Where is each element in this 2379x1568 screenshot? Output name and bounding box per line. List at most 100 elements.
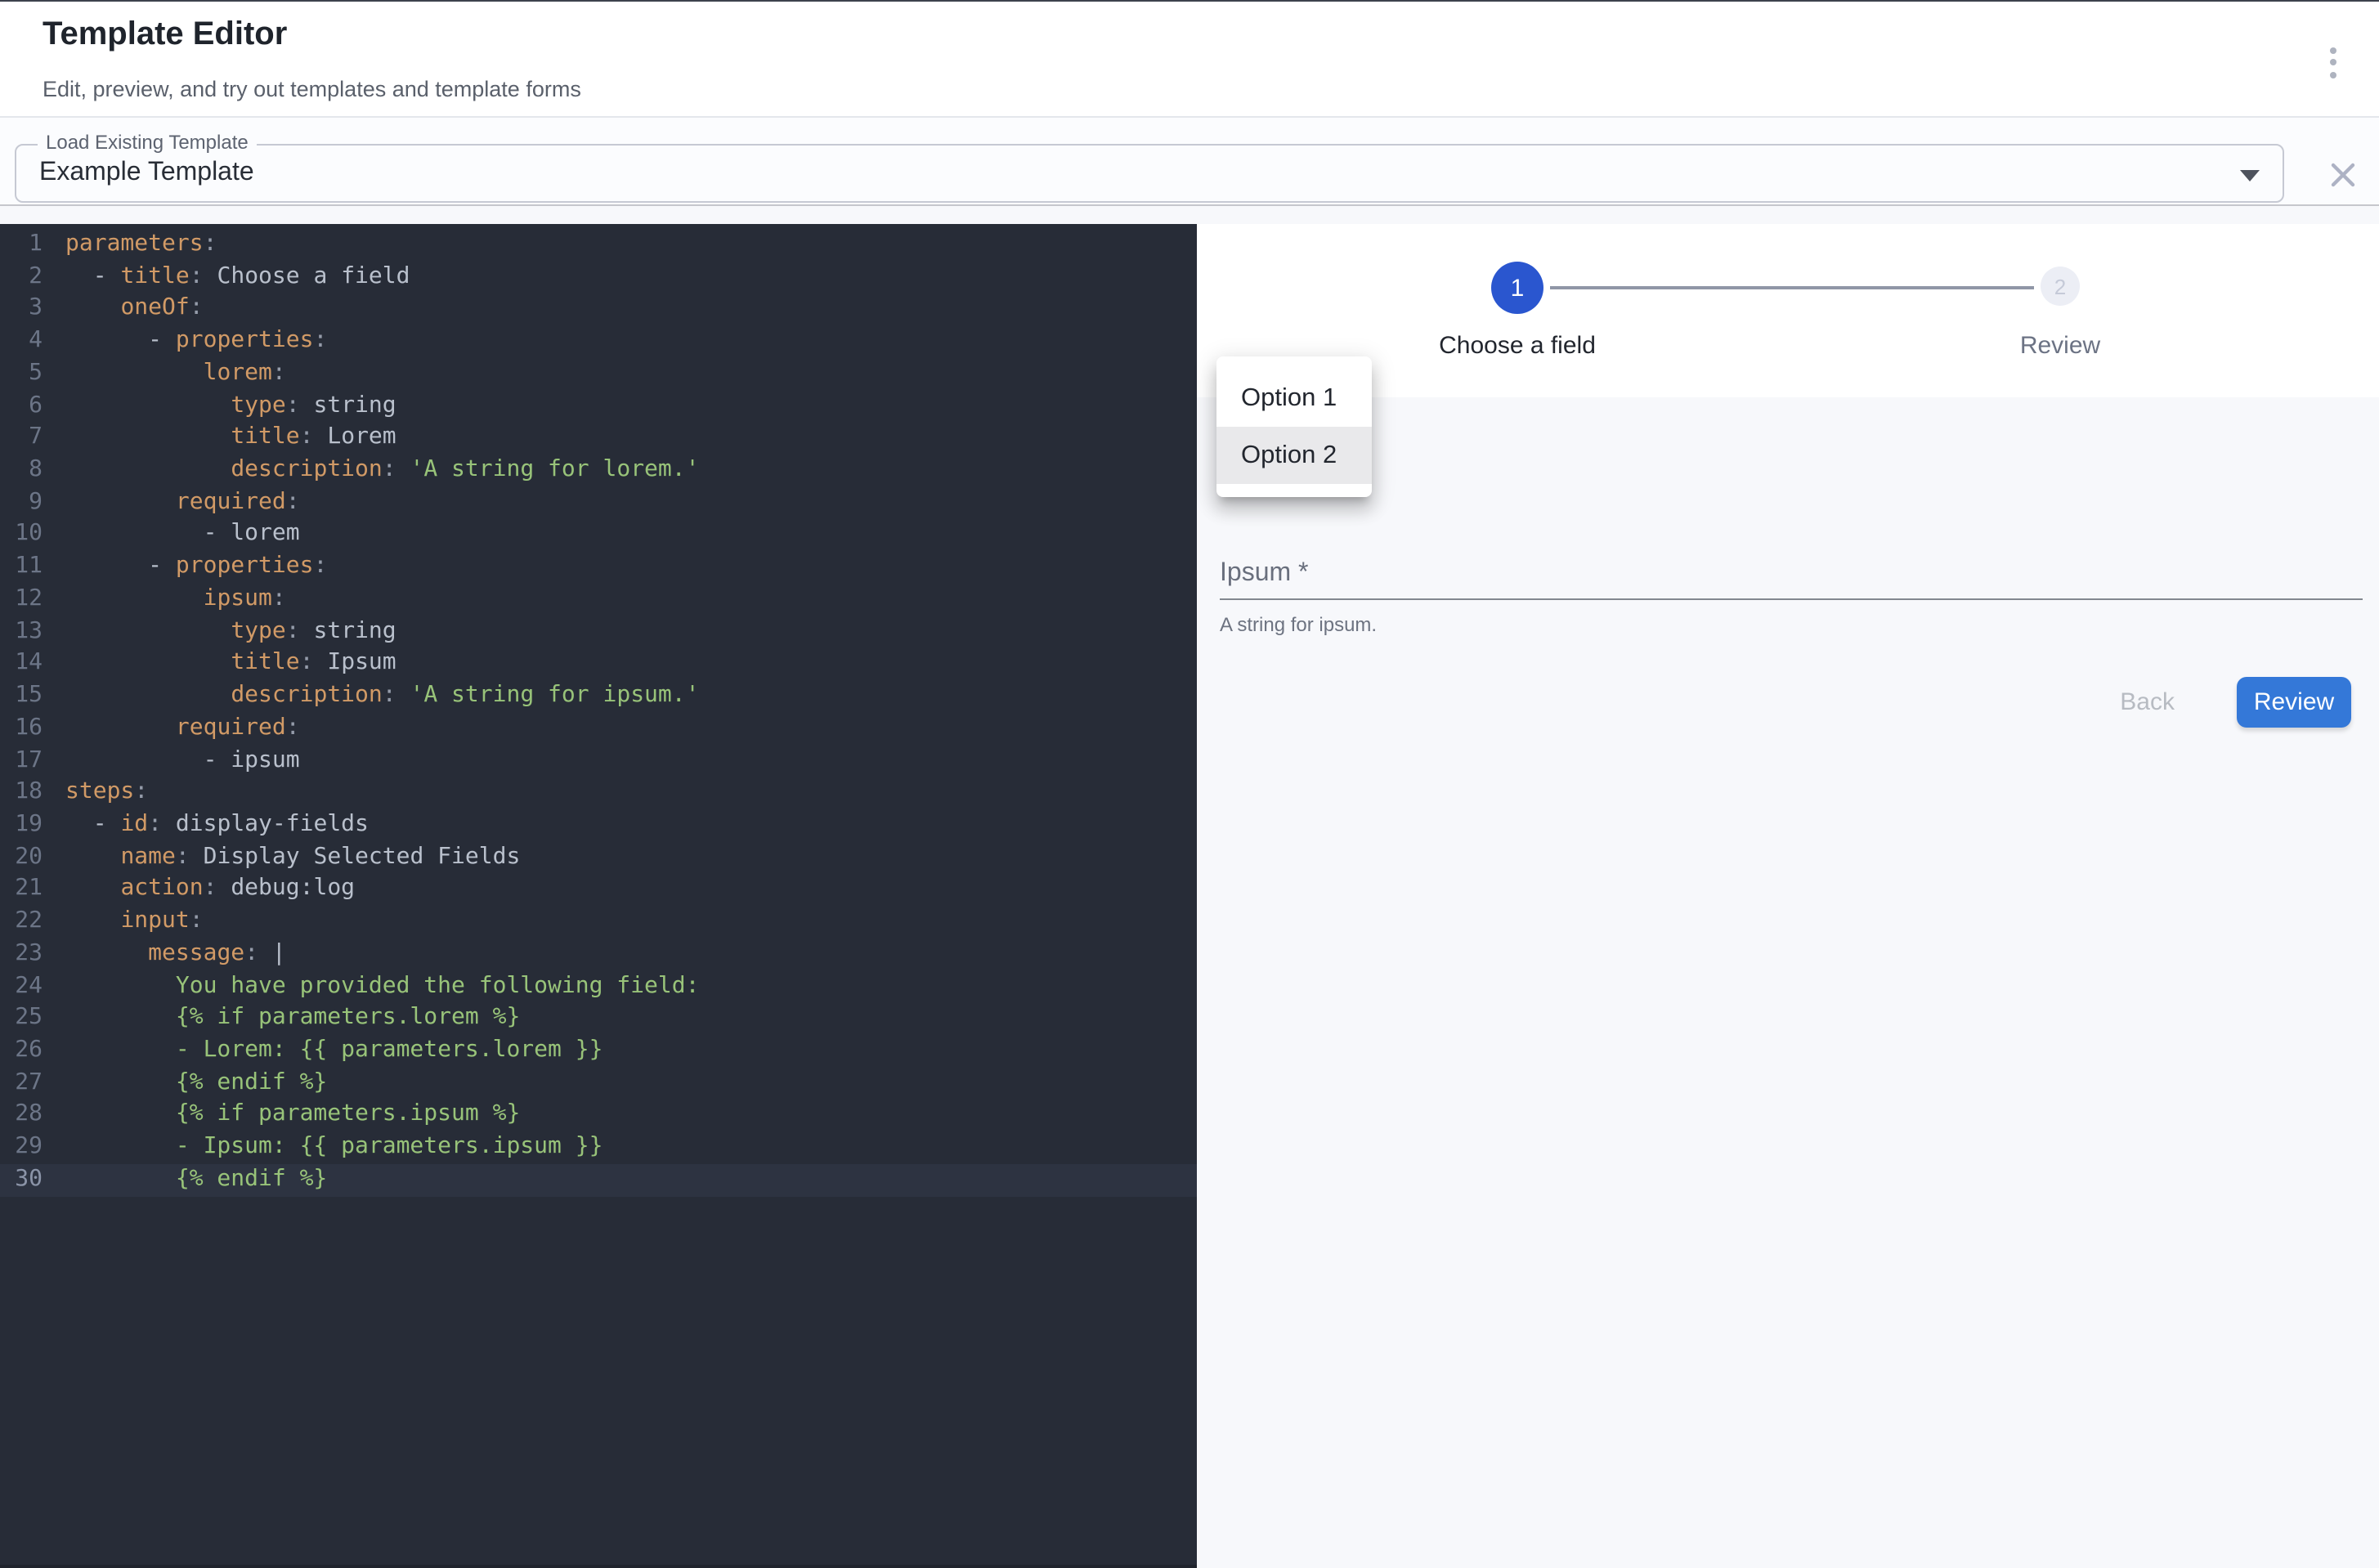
line-number: 12 xyxy=(0,584,43,616)
code-line[interactable]: 22 input: xyxy=(0,906,1197,938)
line-number: 11 xyxy=(0,551,43,583)
line-number: 7 xyxy=(0,423,43,455)
step-2-number: 2 xyxy=(2054,274,2066,298)
code-line-text: title: Ipsum xyxy=(65,648,396,680)
code-line[interactable]: 27 {% endif %} xyxy=(0,1067,1197,1099)
code-line[interactable]: 30 {% endif %} xyxy=(0,1164,1197,1196)
code-line[interactable]: 28 {% if parameters.ipsum %} xyxy=(0,1100,1197,1131)
ipsum-field-underline[interactable] xyxy=(1220,598,2363,600)
form-actions: Back Review xyxy=(2110,677,2351,728)
close-icon xyxy=(2327,159,2359,191)
code-line[interactable]: 4 - properties: xyxy=(0,325,1197,357)
code-line[interactable]: 11 - properties: xyxy=(0,551,1197,583)
code-line[interactable]: 17 - ipsum xyxy=(0,745,1197,777)
field-options-menu: Option 1Option 2 xyxy=(1216,356,1372,497)
code-line[interactable]: 8 description: 'A string for lorem.' xyxy=(0,455,1197,486)
code-line-text: required: xyxy=(65,713,300,745)
code-line-text: {% endif %} xyxy=(65,1067,327,1099)
line-number: 4 xyxy=(0,325,43,357)
code-line[interactable]: 6 type: string xyxy=(0,390,1197,422)
line-number: 25 xyxy=(0,1003,43,1035)
line-number: 9 xyxy=(0,487,43,519)
code-line-text: title: Lorem xyxy=(65,423,396,455)
back-button[interactable]: Back xyxy=(2110,687,2184,718)
form-preview-panel: 1 2 Choose a field Review Option 1Option… xyxy=(1197,224,2379,1568)
menu-item-option-2[interactable]: Option 2 xyxy=(1216,427,1372,484)
code-line-text: required: xyxy=(65,487,300,519)
code-line[interactable]: 19 - id: display-fields xyxy=(0,809,1197,841)
line-number: 16 xyxy=(0,713,43,745)
code-line-text: oneOf: xyxy=(65,293,204,325)
line-number: 15 xyxy=(0,680,43,712)
code-line[interactable]: 26 - Lorem: {{ parameters.lorem }} xyxy=(0,1035,1197,1067)
code-line[interactable]: 16 required: xyxy=(0,713,1197,745)
code-line[interactable]: 7 title: Lorem xyxy=(0,423,1197,455)
code-line-text: You have provided the following field: xyxy=(65,970,699,1002)
code-line-text: - id: display-fields xyxy=(65,809,369,841)
code-line[interactable]: 10 - lorem xyxy=(0,519,1197,551)
more-vert-icon[interactable] xyxy=(2310,39,2356,85)
line-number: 29 xyxy=(0,1131,43,1163)
workspace: 1parameters:2 - title: Choose a field3 o… xyxy=(0,206,2379,1568)
line-number: 20 xyxy=(0,841,43,873)
step-1-circle: 1 xyxy=(1491,262,1543,314)
code-line-text: - Ipsum: {{ parameters.ipsum }} xyxy=(65,1131,603,1163)
line-number: 27 xyxy=(0,1067,43,1099)
clear-template-button[interactable] xyxy=(2327,159,2359,191)
code-line[interactable]: 2 - title: Choose a field xyxy=(0,261,1197,293)
code-line-text: action: debug:log xyxy=(65,874,355,906)
code-line-text: description: 'A string for lorem.' xyxy=(65,455,700,486)
ipsum-field[interactable]: Ipsum * A string for ipsum. xyxy=(1220,559,2363,636)
code-line[interactable]: 9 required: xyxy=(0,487,1197,519)
code-line-text: {% if parameters.lorem %} xyxy=(65,1003,520,1035)
line-number: 28 xyxy=(0,1100,43,1131)
code-line[interactable]: 23 message: | xyxy=(0,939,1197,970)
code-line[interactable]: 29 - Ipsum: {{ parameters.ipsum }} xyxy=(0,1131,1197,1163)
code-line[interactable]: 5 lorem: xyxy=(0,358,1197,390)
step-2-circle: 2 xyxy=(2041,267,2080,306)
code-line[interactable]: 24 You have provided the following field… xyxy=(0,970,1197,1002)
load-template-select-value: Example Template xyxy=(39,159,254,188)
code-line-text: ipsum: xyxy=(65,584,286,616)
code-line-text: parameters: xyxy=(65,229,217,261)
line-number: 26 xyxy=(0,1035,43,1067)
code-line-text: type: string xyxy=(65,390,396,422)
code-line-text: - title: Choose a field xyxy=(65,261,410,293)
line-number: 21 xyxy=(0,874,43,906)
menu-item-option-1[interactable]: Option 1 xyxy=(1216,370,1372,427)
line-number: 5 xyxy=(0,358,43,390)
line-number: 1 xyxy=(0,229,43,261)
code-line-text: type: string xyxy=(65,616,396,647)
code-line[interactable]: 15 description: 'A string for ipsum.' xyxy=(0,680,1197,712)
review-button[interactable]: Review xyxy=(2237,677,2351,728)
line-number: 8 xyxy=(0,455,43,486)
line-number: 24 xyxy=(0,970,43,1002)
code-line-text: - ipsum xyxy=(65,745,300,777)
line-number: 13 xyxy=(0,616,43,647)
load-template-select[interactable]: Load Existing Template Example Template xyxy=(15,144,2284,203)
code-line-text: {% if parameters.ipsum %} xyxy=(65,1100,520,1131)
code-line-text: lorem: xyxy=(65,358,286,390)
code-line[interactable]: 25 {% if parameters.lorem %} xyxy=(0,1003,1197,1035)
page-subtitle: Edit, preview, and try out templates and… xyxy=(43,77,581,101)
line-number: 3 xyxy=(0,293,43,325)
ipsum-field-label: Ipsum * xyxy=(1220,559,2363,589)
code-line[interactable]: 1 parameters: xyxy=(0,229,1197,261)
line-number: 23 xyxy=(0,939,43,970)
code-line[interactable]: 18steps: xyxy=(0,777,1197,809)
code-line[interactable]: 14 title: Ipsum xyxy=(0,648,1197,680)
code-line[interactable]: 13 type: string xyxy=(0,616,1197,647)
code-line[interactable]: 12 ipsum: xyxy=(0,584,1197,616)
code-line[interactable]: 3 oneOf: xyxy=(0,293,1197,325)
code-line-text: - properties: xyxy=(65,551,327,583)
line-number: 14 xyxy=(0,648,43,680)
code-line[interactable]: 20 name: Display Selected Fields xyxy=(0,841,1197,873)
code-line[interactable]: 21 action: debug:log xyxy=(0,874,1197,906)
code-line-text: - properties: xyxy=(65,325,327,357)
code-editor[interactable]: 1 parameters:2 - title: Choose a field3 o… xyxy=(0,224,1197,1568)
line-number: 18 xyxy=(0,777,43,809)
code-line-text: - lorem xyxy=(65,519,300,551)
page-title: Template Editor xyxy=(43,16,287,54)
template-loader-bar: Load Existing Template Example Template xyxy=(0,118,2379,206)
line-number: 19 xyxy=(0,809,43,841)
